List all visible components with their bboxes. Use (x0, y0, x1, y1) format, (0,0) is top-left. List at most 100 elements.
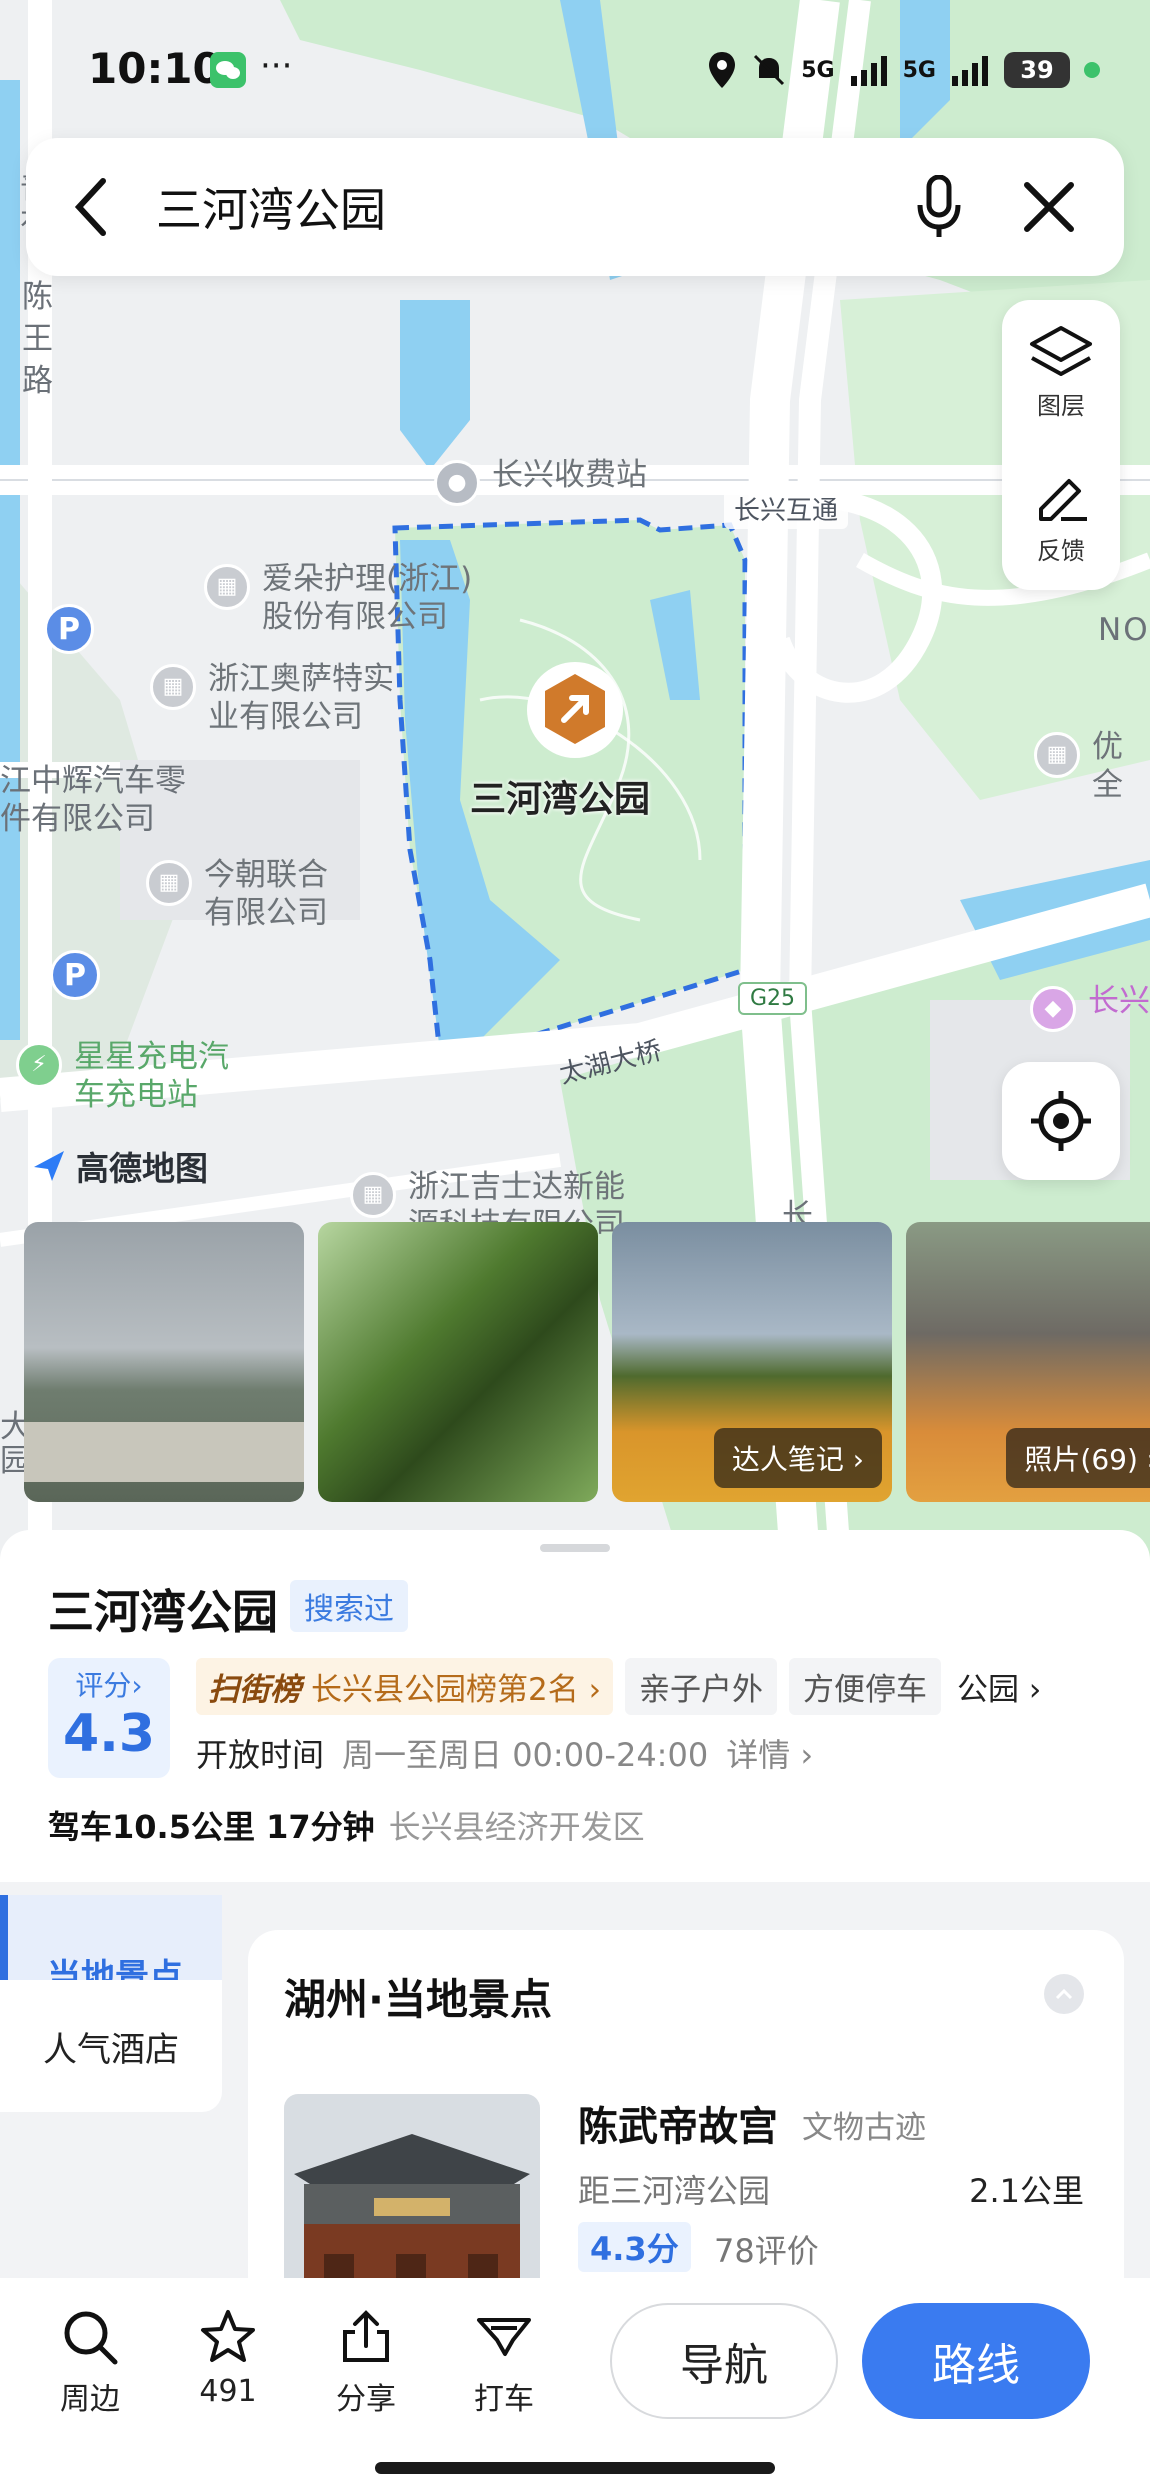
amap-logo: 高德地图 (30, 1142, 208, 1190)
feedback-label: 反馈 (1037, 537, 1085, 565)
attraction-category: 文物古迹 (802, 2110, 926, 2146)
privacy-indicator (1084, 62, 1100, 78)
toll-station-icon: ● (434, 460, 480, 506)
photo-bridge[interactable] (24, 1222, 304, 1502)
search-bar[interactable]: 三河湾公园 (26, 138, 1124, 276)
poi-toll-station[interactable]: ● 长兴收费站 (434, 456, 647, 506)
signal-5g-1: 5G (801, 57, 835, 83)
amap-logo-icon (34, 1151, 64, 1181)
poi-changxing-shop[interactable]: ◆ 长兴 (1030, 982, 1150, 1032)
layers-label: 图层 (1037, 392, 1085, 420)
layers-button[interactable]: 图层 (1002, 300, 1120, 445)
attraction-rating: 4.3分 (578, 2222, 691, 2272)
taxi-button[interactable]: 打车 (454, 2308, 554, 2418)
attraction-review-count: 78评价 (714, 2232, 819, 2270)
home-indicator[interactable] (375, 2462, 775, 2474)
poi-youquan[interactable]: ▦ 优全 (1034, 728, 1150, 804)
poi-youquan-label: 优全 (1092, 729, 1123, 803)
tag-category[interactable]: 公园 › (953, 1658, 1045, 1715)
category-side-tabs: 当地景点 人气酒店 (0, 1895, 222, 2117)
tag-parking: 方便停车 (788, 1658, 941, 1715)
card-title: 湖州·当地景点 (284, 1975, 552, 2024)
drive-info: 驾车10.5公里 17分钟 长兴县经济开发区 (48, 1802, 645, 1848)
opening-hours[interactable]: 开放时间 周一至周日 00:00-24:00 详情 › (196, 1730, 813, 1776)
signal-icon (850, 56, 887, 86)
collapse-button[interactable] (1044, 1974, 1084, 2014)
favorite-button[interactable]: 491 (178, 2308, 278, 2409)
edit-icon (1039, 479, 1087, 521)
area-label: 长兴县经济开发区 (388, 1808, 645, 1846)
photo-stream[interactable] (318, 1222, 598, 1502)
signal-5g-2: 5G (902, 57, 936, 83)
poi-jinchao-label: 今朝联合 有限公司 (204, 857, 328, 931)
drive-distance-time: 驾车10.5公里 17分钟 (48, 1808, 375, 1846)
side-tab-local-attractions[interactable]: 当地景点 (0, 1895, 222, 1980)
share-label: 分享 (336, 2382, 396, 2417)
building-icon: ▦ (350, 1172, 396, 1218)
clear-button[interactable] (994, 138, 1104, 276)
search-input[interactable]: 三河湾公园 (156, 174, 884, 240)
rating-box[interactable]: 评分› 4.3 (48, 1658, 170, 1778)
photo-strip[interactable]: 达人笔记 › 照片(69) › (24, 1222, 1150, 1502)
poi-shop-label: 长兴 (1088, 983, 1150, 1019)
poi-charging-station[interactable]: ⚡ 星星充电汽 车充电站 (16, 1038, 229, 1114)
building-icon: ▦ (204, 564, 250, 610)
hours-details-link[interactable]: 详情 › (726, 1730, 813, 1776)
chevron-up-icon (1055, 1988, 1073, 2000)
poi-charge-label: 星星充电汽 车充电站 (74, 1039, 229, 1113)
battery-icon: 39 (1004, 52, 1070, 88)
hours-label: 开放时间 (196, 1736, 325, 1774)
parking-icon[interactable]: P (50, 950, 100, 1000)
attraction-name[interactable]: 陈武帝故宫 (578, 2094, 778, 2152)
layers-icon (1030, 326, 1092, 376)
status-time: 10:10 (88, 44, 222, 93)
back-arrow-icon (74, 178, 106, 236)
poi-aosate[interactable]: ▦ 浙江奥萨特实 业有限公司 (150, 660, 394, 736)
share-button[interactable]: 分享 (316, 2308, 416, 2418)
nearby-label: 周边 (60, 2382, 120, 2417)
locate-button[interactable] (1002, 1062, 1120, 1180)
status-more: ··· (260, 46, 293, 86)
voice-button[interactable] (884, 138, 994, 276)
search-icon (64, 2311, 118, 2365)
taxi-label: 打车 (474, 2382, 534, 2417)
share-icon (343, 2310, 389, 2362)
ranking-text: 长兴县公园榜第2名 › (311, 1672, 601, 1708)
status-bar: 10:10 ··· 5G 5G 39 (0, 0, 1150, 140)
expert-notes-link[interactable]: 达人笔记 › (713, 1428, 882, 1488)
wechat-icon (210, 52, 246, 88)
poi-aosate-label: 浙江奥萨特实 业有限公司 (208, 661, 394, 735)
poi-jinchao[interactable]: ▦ 今朝联合 有限公司 (146, 856, 328, 932)
tag-row: 扫街榜 长兴县公园榜第2名 › 亲子户外 方便停车 公园 › (196, 1658, 1045, 1715)
navigate-button[interactable]: 导航 (610, 2303, 838, 2419)
building-icon: ▦ (1034, 732, 1080, 778)
parking-icon[interactable]: P (44, 604, 94, 654)
photo-flowers[interactable]: 达人笔记 › (612, 1222, 892, 1502)
feedback-button[interactable]: 反馈 (1002, 445, 1120, 590)
park-marker-icon[interactable] (522, 660, 628, 770)
road-label-chenwang: 陈王路 (22, 279, 53, 399)
building-icon: ▦ (150, 664, 196, 710)
back-button[interactable] (26, 138, 156, 276)
photo-stones[interactable]: 照片(69) › (906, 1222, 1150, 1502)
route-button[interactable]: 路线 (862, 2303, 1090, 2419)
nearby-button[interactable]: 周边 (40, 2308, 140, 2418)
rating-label: 评分› (75, 1669, 143, 1702)
drag-handle[interactable] (540, 1544, 610, 1552)
attraction-distance-label: 距三河湾公园 (578, 2172, 771, 2210)
mute-icon (754, 54, 785, 86)
map-label-nobl: NOBL (1098, 612, 1150, 648)
side-tab-hotels[interactable]: 人气酒店 (0, 1980, 222, 2112)
road-label-interchange: 长兴互通 (724, 488, 849, 529)
close-icon (1024, 182, 1074, 232)
location-icon (709, 52, 736, 88)
favorite-count: 491 (199, 2374, 257, 2409)
signal-icon (952, 56, 988, 86)
ranking-badge[interactable]: 扫街榜 长兴县公园榜第2名 › (196, 1658, 613, 1715)
hours-value: 周一至周日 00:00-24:00 (342, 1736, 709, 1774)
searched-badge: 搜索过 (290, 1580, 408, 1632)
ranking-badge-title: 扫街榜 (208, 1672, 301, 1708)
place-info-panel[interactable]: 三河湾公园 搜索过 评分› 4.3 扫街榜 长兴县公园榜第2名 › 亲子户外 方… (0, 1530, 1150, 1882)
poi-aiduo[interactable]: ▦ 爱朵护理(浙江) 股份有限公司 (204, 560, 472, 636)
photos-link[interactable]: 照片(69) › (1006, 1428, 1150, 1488)
